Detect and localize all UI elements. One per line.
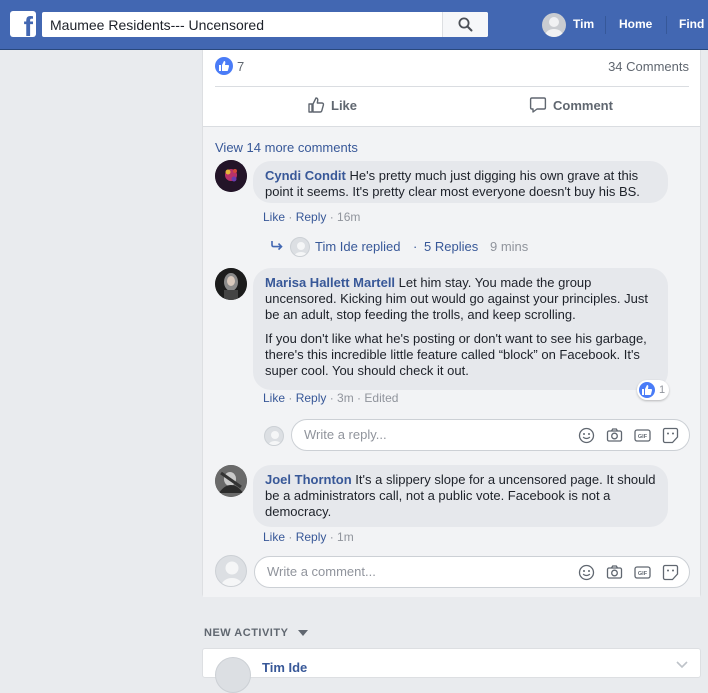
comment-reactions[interactable]: 1 [637, 380, 670, 400]
comment-meta: Like · Reply · 1m [263, 530, 354, 544]
gif-icon[interactable]: GIF [634, 427, 651, 444]
separator: · [353, 391, 365, 405]
comment-bubble: Marisa Hallett Martell Let him stay. You… [253, 268, 668, 390]
reactions-row: 7 34 Comments [203, 50, 700, 83]
reaction-count[interactable]: 7 [237, 59, 244, 74]
separator: · [326, 530, 338, 544]
gif-icon[interactable]: GIF [634, 564, 651, 581]
search-box [42, 12, 488, 37]
avatar[interactable] [215, 465, 247, 497]
comment-author[interactable]: Cyndi Condit [265, 168, 346, 183]
separator: · [285, 391, 296, 405]
nav-divider [605, 16, 606, 34]
new-activity-label: NEW ACTIVITY [204, 627, 289, 639]
chevron-down-icon[interactable] [676, 661, 688, 669]
logo-letter: f [23, 11, 33, 38]
like-button[interactable]: Like [307, 90, 357, 120]
separator: · [285, 210, 296, 224]
comment-icon [529, 97, 547, 113]
comment-reply-link[interactable]: Reply [296, 530, 327, 544]
comment-time[interactable]: 3m [337, 391, 354, 405]
comment-like-link[interactable]: Like [263, 391, 285, 405]
like-reaction-icon[interactable] [215, 57, 233, 75]
avatar [264, 426, 284, 446]
comment-author[interactable]: Marisa Hallett Martell [265, 275, 395, 290]
separator: · [326, 210, 338, 224]
input-icons: GIF [578, 427, 679, 444]
view-more-comments-link[interactable]: View 14 more comments [215, 140, 358, 155]
home-link[interactable]: Home [619, 17, 652, 31]
comment-like-link[interactable]: Like [263, 210, 285, 224]
comment-meta: Like · Reply · 16m [263, 210, 360, 224]
facebook-logo-icon[interactable]: f [10, 11, 36, 37]
search-icon [458, 17, 473, 32]
post-card: 7 34 Comments Like Comment View 14 more … [202, 50, 701, 597]
like-icon [308, 97, 325, 113]
comment-input[interactable] [267, 564, 517, 579]
reply-arrow-icon [271, 241, 283, 251]
chevron-down-icon [297, 630, 308, 637]
reply-input[interactable] [304, 427, 554, 442]
comment-button[interactable]: Comment [529, 90, 613, 120]
comment-time[interactable]: 16m [337, 210, 360, 224]
input-icons: GIF [578, 564, 679, 581]
search-input[interactable] [42, 12, 442, 37]
comment-text-paragraph: If you don't like what he's posting or d… [265, 331, 647, 378]
camera-icon[interactable] [606, 427, 623, 444]
avatar[interactable] [215, 268, 247, 300]
search-button[interactable] [442, 12, 488, 37]
comment-reply-link[interactable]: Reply [296, 210, 327, 224]
comment-time[interactable]: 1m [337, 530, 354, 544]
emoji-icon[interactable] [578, 427, 595, 444]
replies-count: 5 Replies [424, 239, 479, 254]
comment-count[interactable]: 34 Comments [608, 59, 689, 74]
avatar[interactable] [215, 160, 247, 192]
nav-divider [666, 16, 667, 34]
comment-like-link[interactable]: Like [263, 530, 285, 544]
comment-author[interactable]: Joel Thornton [265, 472, 352, 487]
comment-meta: Like · Reply · 3m · Edited [263, 391, 398, 405]
avatar [215, 657, 251, 693]
comment-bubble: Cyndi Condit He's pretty much just diggi… [253, 161, 668, 203]
like-label: Like [331, 97, 358, 113]
avatar [542, 13, 566, 37]
comment-box: GIF [254, 556, 690, 588]
top-navigation-bar: f Tim Home Find [0, 0, 708, 50]
svg-text:GIF: GIF [638, 571, 648, 577]
like-icon [639, 382, 655, 398]
comments-section: View 14 more comments Cyndi Condit He's … [203, 126, 700, 597]
activity-card[interactable]: Tim Ide [202, 648, 701, 693]
separator: · [326, 391, 338, 405]
activity-author[interactable]: Tim Ide [262, 660, 307, 675]
profile-name: Tim [573, 17, 595, 31]
emoji-icon[interactable] [578, 564, 595, 581]
divider [215, 86, 689, 87]
reaction-count: 1 [659, 384, 666, 396]
comment-label: Comment [553, 97, 613, 113]
sticker-icon[interactable] [662, 564, 679, 581]
replies-time: 9 mins [490, 239, 529, 254]
camera-icon[interactable] [606, 564, 623, 581]
avatar [215, 555, 247, 587]
find-friends-link[interactable]: Find [679, 17, 704, 31]
reply-box: GIF [291, 419, 690, 451]
separator: · [285, 530, 296, 544]
comment-reply-link[interactable]: Reply [296, 391, 327, 405]
avatar [290, 237, 310, 257]
comment-bubble: Joel Thornton It's a slippery slope for … [253, 465, 668, 527]
sticker-icon[interactable] [662, 427, 679, 444]
separator: · [413, 239, 418, 254]
edited-label[interactable]: Edited [364, 391, 398, 405]
svg-text:GIF: GIF [638, 434, 648, 440]
new-activity-header[interactable]: NEW ACTIVITY [204, 627, 308, 639]
replied-name: Tim Ide replied [315, 239, 401, 254]
